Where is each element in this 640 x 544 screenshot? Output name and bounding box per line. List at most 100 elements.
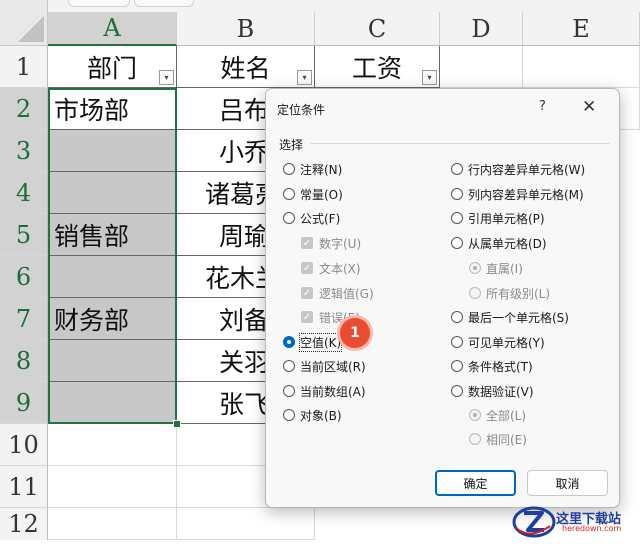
- option-direct-only[interactable]: 直属(I): [469, 259, 523, 277]
- radio-icon: [451, 385, 463, 397]
- row-header-10[interactable]: 10: [0, 424, 48, 466]
- option-current-array[interactable]: 当前数组(A): [283, 382, 366, 400]
- option-constants[interactable]: 常量(O): [283, 185, 343, 203]
- filter-dropdown-icon[interactable]: ▾: [159, 70, 174, 85]
- cell-a7[interactable]: 财务部: [48, 298, 177, 340]
- cell-a1[interactable]: 部门 ▾: [48, 46, 177, 88]
- option-conditional-formats[interactable]: 条件格式(T): [451, 357, 533, 375]
- option-label: 所有级别(L): [486, 286, 551, 301]
- radio-icon: [283, 409, 295, 421]
- cell-a8[interactable]: [48, 340, 177, 382]
- dept-value: 市场部: [54, 95, 130, 125]
- row-header-4[interactable]: 4: [0, 172, 48, 214]
- option-label: 当前区域(R): [300, 359, 366, 374]
- cell-a10[interactable]: [48, 424, 177, 466]
- radio-icon: [451, 311, 463, 323]
- option-row-differences[interactable]: 行内容差异单元格(W): [451, 160, 585, 178]
- row-header-3[interactable]: 3: [0, 130, 48, 172]
- row-header-2[interactable]: 2: [0, 88, 48, 130]
- row-header-1[interactable]: 1: [0, 46, 48, 88]
- checkbox-text[interactable]: ✓ 文本(X): [301, 259, 361, 277]
- option-objects[interactable]: 对象(B): [283, 406, 342, 424]
- close-icon[interactable]: ✕: [582, 97, 596, 117]
- radio-icon: [283, 212, 295, 224]
- cell-a9[interactable]: [48, 382, 177, 424]
- cell-a6[interactable]: [48, 256, 177, 298]
- option-label: 常量(O): [300, 187, 343, 202]
- top-strip: [48, 0, 640, 12]
- filter-dropdown-icon[interactable]: ▾: [422, 70, 437, 85]
- radio-disabled-icon: [469, 433, 481, 445]
- option-column-differences[interactable]: 列内容差异单元格(M): [451, 185, 584, 203]
- watermark-subtext: heredown.com: [562, 524, 622, 533]
- cell-a12[interactable]: [48, 508, 177, 540]
- step-badge: 1: [340, 318, 370, 348]
- cell-b1[interactable]: 姓名 ▾: [177, 46, 315, 88]
- name-value: 张飞: [219, 389, 270, 419]
- dept-value: 销售部: [54, 221, 130, 251]
- option-formulas[interactable]: 公式(F): [283, 209, 340, 227]
- option-label: 全部(L): [486, 408, 527, 423]
- option-label: 注释(N): [300, 162, 343, 177]
- radio-icon: [283, 385, 295, 397]
- row-header-11[interactable]: 11: [0, 466, 48, 508]
- radio-disabled-selected-icon: [469, 262, 481, 274]
- row-header-6[interactable]: 6: [0, 256, 48, 298]
- option-visible-cells[interactable]: 可见单元格(Y): [451, 333, 545, 351]
- checkbox-numbers[interactable]: ✓ 数字(U): [301, 234, 361, 252]
- option-label: 条件格式(T): [468, 359, 533, 374]
- ok-button[interactable]: 确定: [435, 470, 516, 496]
- option-comments[interactable]: 注释(N): [283, 160, 342, 178]
- row-header-8[interactable]: 8: [0, 340, 48, 382]
- row-header-5[interactable]: 5: [0, 214, 48, 256]
- goto-special-dialog: 定位条件 ? ✕ 选择 注释(N) 常量(O) 公式(F) ✓ 数字(U) ✓ 文本…: [265, 88, 620, 508]
- cell-e1[interactable]: [523, 46, 640, 88]
- option-all-levels[interactable]: 所有级别(L): [469, 284, 550, 302]
- option-data-validation[interactable]: 数据验证(V): [451, 382, 534, 400]
- radio-disabled-selected-icon: [469, 409, 481, 421]
- header-salary: 工资: [351, 53, 402, 83]
- column-header-a[interactable]: A: [48, 12, 177, 46]
- option-validation-same[interactable]: 相同(E): [469, 430, 527, 448]
- cell-b12[interactable]: [177, 508, 315, 540]
- cell-a2[interactable]: 市场部: [48, 88, 177, 130]
- radio-disabled-icon: [469, 287, 481, 299]
- option-blanks[interactable]: 空值(K): [283, 332, 343, 352]
- dialog-title: 定位条件: [277, 103, 326, 117]
- option-label: 对象(B): [300, 408, 342, 423]
- dept-value: 财务部: [54, 305, 130, 335]
- watermark-z-icon: [512, 506, 556, 538]
- row-header-9[interactable]: 9: [0, 382, 48, 424]
- cell-c1[interactable]: 工资 ▾: [315, 46, 440, 88]
- fill-handle[interactable]: [173, 420, 181, 428]
- cell-a3[interactable]: [48, 130, 177, 172]
- cell-a4[interactable]: [48, 172, 177, 214]
- option-label: 从属单元格(D): [468, 236, 547, 251]
- column-header-d[interactable]: D: [440, 12, 523, 46]
- column-header-b[interactable]: B: [177, 12, 315, 46]
- cell-d1[interactable]: [440, 46, 523, 88]
- option-current-region[interactable]: 当前区域(R): [283, 357, 366, 375]
- checkbox-logicals[interactable]: ✓ 逻辑值(G): [301, 284, 374, 302]
- radio-icon: [283, 163, 295, 175]
- cell-a5[interactable]: 销售部: [48, 214, 177, 256]
- filter-dropdown-icon[interactable]: ▾: [297, 70, 312, 85]
- option-label: 逻辑值(G): [319, 286, 374, 301]
- option-dependents[interactable]: 从属单元格(D): [451, 234, 547, 252]
- select-all-corner[interactable]: [0, 0, 48, 46]
- row-header-12[interactable]: 12: [0, 508, 48, 540]
- option-label: 当前数组(A): [300, 384, 366, 399]
- column-header-e[interactable]: E: [523, 12, 640, 46]
- option-label: 引用单元格(P): [468, 211, 545, 226]
- checkbox-icon: ✓: [301, 262, 313, 274]
- column-header-c[interactable]: C: [315, 12, 440, 46]
- option-label: 数据验证(V): [468, 384, 534, 399]
- help-icon[interactable]: ?: [539, 99, 546, 114]
- option-last-cell[interactable]: 最后一个单元格(S): [451, 308, 569, 326]
- cell-a11[interactable]: [48, 466, 177, 508]
- row-header-7[interactable]: 7: [0, 298, 48, 340]
- name-value: 吕布: [219, 95, 270, 125]
- option-validation-all[interactable]: 全部(L): [469, 406, 526, 424]
- option-precedents[interactable]: 引用单元格(P): [451, 209, 545, 227]
- cancel-button[interactable]: 取消: [527, 470, 608, 496]
